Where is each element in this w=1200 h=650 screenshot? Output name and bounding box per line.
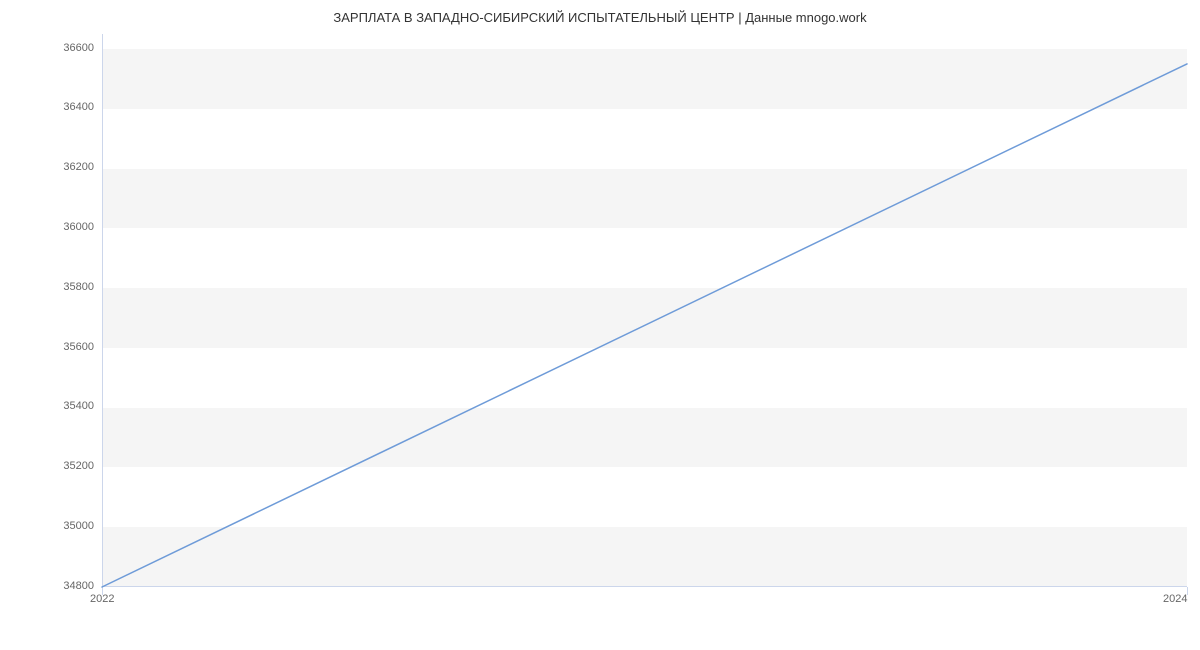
x-axis-tick bbox=[1187, 587, 1188, 595]
y-tick-label: 35000 bbox=[34, 520, 94, 532]
x-axis-tick bbox=[102, 587, 103, 595]
plot-area bbox=[102, 34, 1187, 587]
chart-title: ЗАРПЛАТА В ЗАПАДНО-СИБИРСКИЙ ИСПЫТАТЕЛЬН… bbox=[0, 10, 1200, 25]
series-line-salary bbox=[102, 64, 1187, 587]
y-tick-label: 36000 bbox=[34, 221, 94, 233]
y-tick-label: 36600 bbox=[34, 42, 94, 54]
y-tick-label: 35800 bbox=[34, 281, 94, 293]
y-tick-label: 35200 bbox=[34, 460, 94, 472]
y-tick-label: 35600 bbox=[34, 341, 94, 353]
y-tick-label: 35400 bbox=[34, 400, 94, 412]
y-tick-label: 36400 bbox=[34, 101, 94, 113]
y-tick-label: 36200 bbox=[34, 161, 94, 173]
y-tick-label: 34800 bbox=[34, 580, 94, 592]
x-tick-label: 2024 bbox=[1163, 593, 1187, 605]
chart-container: ЗАРПЛАТА В ЗАПАДНО-СИБИРСКИЙ ИСПЫТАТЕЛЬН… bbox=[0, 0, 1200, 650]
line-layer bbox=[102, 34, 1187, 587]
